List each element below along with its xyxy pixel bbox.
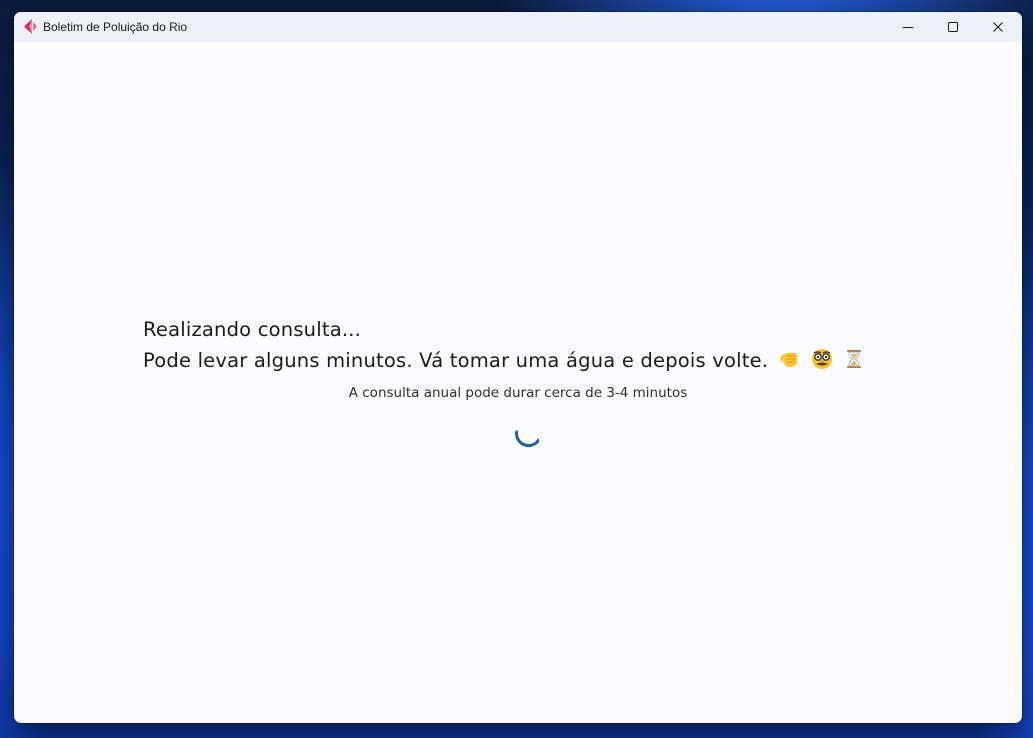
title-bar[interactable]: Boletim de Poluição do Rio [14, 12, 1022, 42]
app-logo-icon [24, 19, 37, 34]
maximize-button[interactable] [930, 12, 975, 42]
close-icon [992, 22, 1003, 32]
loading-spinner-icon [515, 430, 539, 448]
fist-icon [779, 353, 797, 367]
maximize-icon [947, 22, 958, 32]
loading-message-line: Pode levar alguns minutos. Vá tomar uma … [143, 348, 865, 372]
loading-note: A consulta anual pode durar cerca de 3-4… [348, 385, 688, 401]
disguised-face-icon [812, 349, 833, 369]
loading-heading: Realizando consulta... [143, 318, 362, 341]
app-window: Boletim de Poluição do Rio Realizando co… [14, 12, 1022, 723]
close-button[interactable] [975, 12, 1020, 42]
loading-message: Pode levar alguns minutos. Vá tomar uma … [143, 349, 769, 372]
minimize-icon [902, 27, 913, 28]
hourglass-icon [847, 350, 862, 368]
window-title: Boletim de Poluição do Rio [43, 20, 188, 34]
loading-panel: Realizando consulta... Pode levar alguns… [14, 42, 1022, 723]
minimize-button[interactable] [885, 12, 930, 42]
